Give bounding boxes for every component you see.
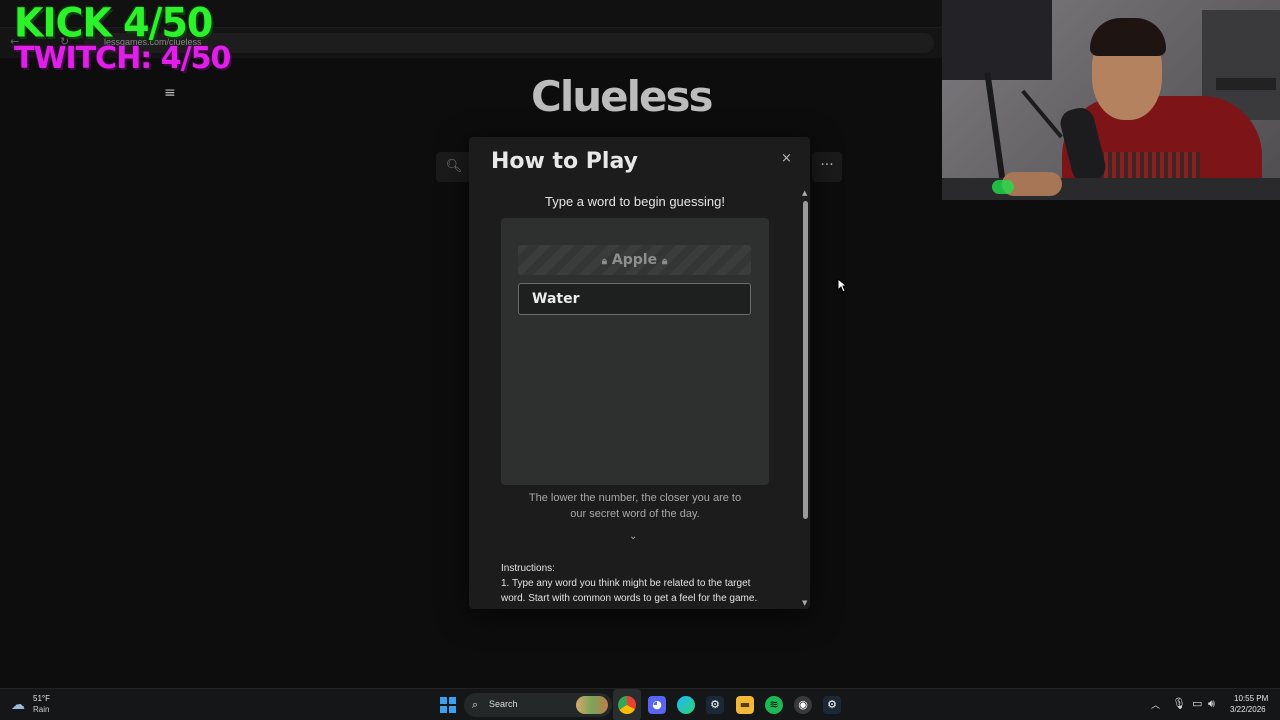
example-guess-panel: 🔒︎ Apple 🔒︎ Water [501,218,769,485]
dialog-hint: The lower the number, the closer you are… [501,490,769,522]
close-icon[interactable]: × [781,151,792,166]
taskbar-search-label: Search [489,699,518,709]
weather-condition[interactable]: Rain [33,705,49,714]
weather-temperature[interactable]: 51°F [33,694,50,703]
steam-icon[interactable]: ⚙ [706,696,724,714]
hint-line-1: The lower the number, the closer you are… [528,492,742,504]
instructions: Instructions: 1. Type any word you think… [501,561,769,606]
webcam-feed [942,0,1280,200]
lock-icon: 🔒︎ [601,256,608,267]
taskbar: ☁ 51°F Rain ⌕ Search ◕ ⚙ ▬ ≋ ◉ ⚙ ︿ 🎙︎ ▭ … [0,688,1280,720]
lock-icon: 🔒︎ [661,256,668,267]
instructions-step-1: 1. Type any word you think might be rela… [501,578,758,604]
secret-word-label: Apple [611,252,658,268]
discord-icon[interactable]: ◕ [648,696,666,714]
screen: ← ↻ lessgames.com/clueless KICK 4/50 TWI… [0,0,1280,720]
webcam-mouse [992,180,1014,194]
file-explorer-icon[interactable]: ▬ [736,696,754,714]
network-icon[interactable]: ▭ [1192,697,1202,710]
chevron-up-icon[interactable]: ︿ [1151,698,1160,711]
scroll-up-arrow-icon[interactable]: ▲ [802,189,807,197]
volume-icon[interactable]: 🔊︎ [1208,697,1215,711]
obs-icon[interactable]: ◉ [794,696,812,714]
how-to-play-dialog: How to Play × ▲ ▼ Type a word to begin g… [469,137,810,609]
hint-line-2: our secret word of the day. [570,508,700,520]
search-highlight-image [576,696,608,714]
edge-icon[interactable] [677,696,695,714]
microphone-icon[interactable]: 🎙︎ [1172,697,1186,710]
dialog-subtitle: Type a word to begin guessing! [545,194,725,209]
chrome-icon[interactable] [618,696,636,714]
scroll-down-arrow-icon[interactable]: ▼ [802,599,807,607]
webcam-mic-arm [1021,89,1063,139]
twitch-counter: TWITCH: 4/50 [14,41,231,76]
spotify-icon[interactable]: ≋ [765,696,783,714]
webcam-person-hair [1090,18,1166,56]
example-secret-word: 🔒︎ Apple 🔒︎ [518,245,751,275]
steam-client-icon[interactable]: ⚙ [823,696,841,714]
webcam-light-stand [984,72,1006,182]
kick-counter: KICK 4/50 [14,0,213,47]
search-icon[interactable]: 🔍︎ [436,152,472,182]
search-icon: ⌕ [472,698,479,711]
example-guess-row: Water [518,283,751,315]
site-logo[interactable]: Clueless [531,72,713,121]
instructions-heading: Instructions: [501,563,555,574]
menu-icon[interactable]: ≡ [164,86,177,100]
windows-start-icon[interactable] [440,697,456,713]
webcam-background [942,0,1052,80]
clock-time[interactable]: 10:55 PM [1234,694,1268,703]
dialog-title: How to Play [491,149,638,174]
scrollbar-thumb[interactable] [803,201,808,519]
webcam-shelf-item [1216,78,1276,90]
rain-cloud-icon[interactable]: ☁ [11,697,25,713]
more-options-icon[interactable]: ··· [812,152,842,182]
clock-date[interactable]: 3/22/2026 [1230,705,1266,714]
chevron-down-icon[interactable]: ⌄ [629,531,637,542]
